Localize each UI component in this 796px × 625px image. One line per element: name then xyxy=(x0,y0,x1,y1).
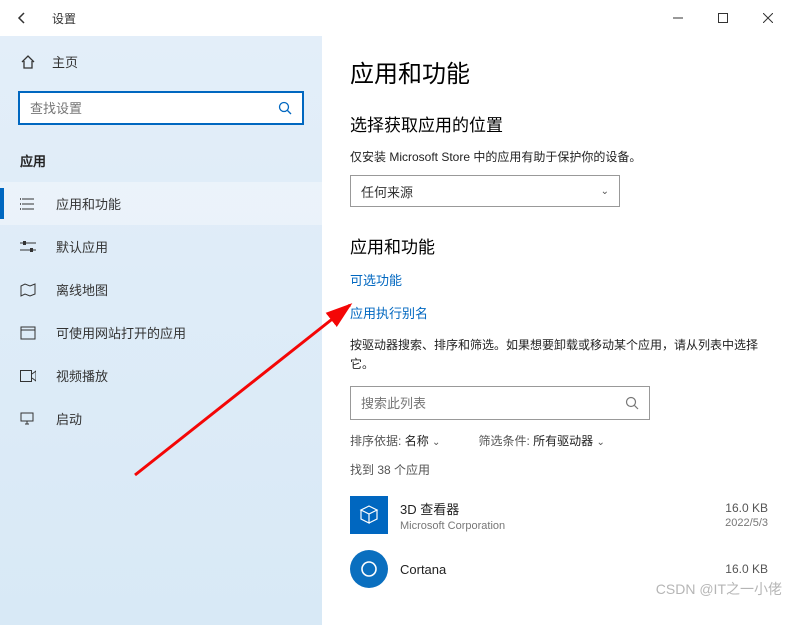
app-name: Cortana xyxy=(400,562,446,577)
defaults-icon xyxy=(20,240,38,254)
sort-value: 名称 xyxy=(405,434,429,448)
website-icon xyxy=(20,326,38,340)
sidebar-item-offline-maps[interactable]: 离线地图 xyxy=(0,268,322,311)
search-icon xyxy=(625,396,639,410)
list-icon xyxy=(20,197,38,211)
chevron-down-icon: ⌄ xyxy=(432,437,440,448)
found-count: 找到 38 个应用 xyxy=(350,461,768,478)
search-icon xyxy=(278,101,292,115)
content-area: 应用和功能 选择获取应用的位置 仅安装 Microsoft Store 中的应用… xyxy=(322,36,796,625)
sidebar-item-label: 默认应用 xyxy=(56,237,108,256)
apps-section-heading: 应用和功能 xyxy=(350,233,768,258)
app-row[interactable]: Cortana 16.0 KB xyxy=(350,542,768,596)
chevron-down-icon: ⌄ xyxy=(601,186,609,197)
back-button[interactable] xyxy=(6,2,38,34)
titlebar: 设置 xyxy=(0,0,796,36)
window-title: 设置 xyxy=(52,10,76,27)
source-description: 仅安装 Microsoft Store 中的应用有助于保护你的设备。 xyxy=(350,148,768,165)
startup-icon xyxy=(20,412,38,426)
map-icon xyxy=(20,283,38,297)
video-icon xyxy=(20,370,38,382)
home-label: 主页 xyxy=(52,52,78,71)
sidebar-item-label: 应用和功能 xyxy=(56,194,121,213)
minimize-button[interactable] xyxy=(655,3,700,33)
sidebar-category: 应用 xyxy=(0,141,322,182)
cortana-icon xyxy=(350,550,388,588)
sidebar-item-label: 离线地图 xyxy=(56,280,108,299)
app-row[interactable]: 3D 查看器 Microsoft Corporation 16.0 KB 202… xyxy=(350,488,768,542)
close-button[interactable] xyxy=(745,3,790,33)
app-size: 16.0 KB xyxy=(725,562,768,576)
filter-value: 所有驱动器 xyxy=(533,434,593,448)
app-alias-link[interactable]: 应用执行别名 xyxy=(350,303,768,322)
source-heading: 选择获取应用的位置 xyxy=(350,111,768,136)
page-title: 应用和功能 xyxy=(350,54,768,89)
app-date: 2022/5/3 xyxy=(725,517,768,529)
window-controls xyxy=(655,3,790,33)
list-hint: 按驱动器搜索、排序和筛选。如果想要卸载或移动某个应用，请从列表中选择它。 xyxy=(350,336,768,374)
sidebar-item-label: 启动 xyxy=(56,409,82,428)
app-size: 16.0 KB xyxy=(725,501,768,515)
sidebar-item-website-apps[interactable]: 可使用网站打开的应用 xyxy=(0,311,322,354)
sort-control[interactable]: 排序依据: 名称 ⌄ xyxy=(350,432,440,449)
maximize-button[interactable] xyxy=(700,3,745,33)
app-publisher: Microsoft Corporation xyxy=(400,520,505,532)
filter-row: 排序依据: 名称 ⌄ 筛选条件: 所有驱动器 ⌄ xyxy=(350,432,768,449)
app-search-input[interactable] xyxy=(361,396,625,411)
sidebar: 主页 应用 应用和功能 默认应用 离线地图 可使用网站打开的应用 视频播放 xyxy=(0,36,322,625)
sidebar-item-apps-features[interactable]: 应用和功能 xyxy=(0,182,322,225)
sidebar-item-label: 可使用网站打开的应用 xyxy=(56,323,186,342)
filter-control[interactable]: 筛选条件: 所有驱动器 ⌄ xyxy=(478,432,604,449)
sidebar-item-startup[interactable]: 启动 xyxy=(0,397,322,440)
optional-features-link[interactable]: 可选功能 xyxy=(350,270,768,289)
source-dropdown[interactable]: 任何来源 ⌄ xyxy=(350,175,620,207)
cube-icon xyxy=(350,496,388,534)
app-name: 3D 查看器 xyxy=(400,499,505,518)
sidebar-search[interactable] xyxy=(18,91,304,125)
sort-label: 排序依据: xyxy=(350,434,401,448)
sidebar-item-video-playback[interactable]: 视频播放 xyxy=(0,354,322,397)
sidebar-item-label: 视频播放 xyxy=(56,366,108,385)
dropdown-value: 任何来源 xyxy=(361,182,413,201)
home-icon xyxy=(20,54,38,70)
sidebar-item-default-apps[interactable]: 默认应用 xyxy=(0,225,322,268)
home-link[interactable]: 主页 xyxy=(0,44,322,79)
search-input[interactable] xyxy=(30,101,278,116)
filter-label: 筛选条件: xyxy=(478,434,529,448)
app-list-search[interactable] xyxy=(350,386,650,420)
chevron-down-icon: ⌄ xyxy=(596,437,604,448)
arrow-left-icon xyxy=(15,11,29,25)
